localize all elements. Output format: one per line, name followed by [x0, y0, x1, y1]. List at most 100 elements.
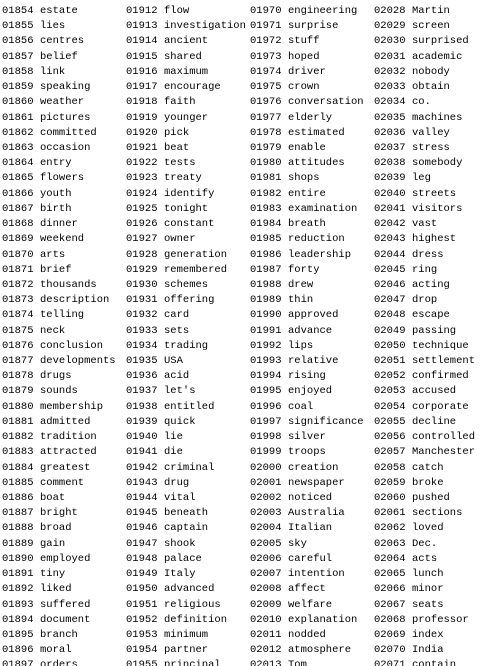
entry-number: 01996: [250, 400, 288, 415]
entry-number: 01922: [126, 156, 164, 171]
entry-word: drop: [412, 293, 437, 308]
entry-word: surprise: [288, 19, 338, 34]
entry-word: relative: [288, 354, 338, 369]
table-row: 02029screen: [374, 19, 498, 34]
table-row: 01997significance: [250, 415, 374, 430]
entry-number: 01920: [126, 126, 164, 141]
table-row: 01984breath: [250, 217, 374, 232]
table-row: 01979enable: [250, 141, 374, 156]
table-row: 01865flowers: [2, 171, 126, 186]
entry-number: 02035: [374, 111, 412, 126]
entry-number: 02003: [250, 506, 288, 521]
entry-word: screen: [412, 19, 450, 34]
table-row: 01991advance: [250, 324, 374, 339]
entry-number: 01986: [250, 248, 288, 263]
entry-word: enable: [288, 141, 326, 156]
table-row: 02039leg: [374, 171, 498, 186]
entry-word: offering: [164, 293, 214, 308]
entry-word: index: [412, 628, 444, 643]
table-row: 01944vital: [126, 491, 250, 506]
entry-number: 02037: [374, 141, 412, 156]
table-row: 01879sounds: [2, 384, 126, 399]
entry-word: obtain: [412, 80, 450, 95]
entry-number: 01860: [2, 95, 40, 110]
entry-number: 01874: [2, 308, 40, 323]
entry-number: 01950: [126, 582, 164, 597]
entry-word: ancient: [164, 34, 208, 49]
table-row: 01875neck: [2, 324, 126, 339]
column-0: 01854estate01855lies01856centres01857bel…: [2, 4, 126, 662]
entry-number: 02038: [374, 156, 412, 171]
entry-number: 01987: [250, 263, 288, 278]
entry-word: arts: [40, 248, 65, 263]
entry-word: advanced: [164, 582, 214, 597]
entry-number: 01864: [2, 156, 40, 171]
entry-word: minimum: [164, 628, 208, 643]
entry-word: professor: [412, 613, 469, 628]
entry-word: pick: [164, 126, 189, 141]
entry-word: lies: [40, 19, 65, 34]
entry-word: tradition: [40, 430, 97, 445]
entry-word: encourage: [164, 80, 221, 95]
entry-word: affect: [288, 582, 326, 597]
entry-word: faith: [164, 95, 196, 110]
entry-word: description: [40, 293, 109, 308]
table-row: 01948palace: [126, 552, 250, 567]
column-3: 02028Martin02029screen02030surprised0203…: [374, 4, 498, 662]
entry-number: 01991: [250, 324, 288, 339]
entry-word: document: [40, 613, 90, 628]
entry-word: pushed: [412, 491, 450, 506]
entry-word: atmosphere: [288, 643, 351, 658]
table-row: 01996coal: [250, 400, 374, 415]
entry-number: 01896: [2, 643, 40, 658]
entry-word: corporate: [412, 400, 469, 415]
entry-number: 02057: [374, 445, 412, 460]
entry-number: 02049: [374, 324, 412, 339]
entry-number: 02063: [374, 537, 412, 552]
table-row: 01999troops: [250, 445, 374, 460]
table-row: 01854estate: [2, 4, 126, 19]
entry-number: 01944: [126, 491, 164, 506]
table-row: 02057Manchester: [374, 445, 498, 460]
entry-word: approved: [288, 308, 338, 323]
table-row: 01936acid: [126, 369, 250, 384]
table-row: 01950advanced: [126, 582, 250, 597]
entry-word: lie: [164, 430, 183, 445]
entry-word: acts: [412, 552, 437, 567]
table-row: 01885comment: [2, 476, 126, 491]
entry-number: 01936: [126, 369, 164, 384]
table-row: 01925tonight: [126, 202, 250, 217]
table-row: 01871brief: [2, 263, 126, 278]
entry-number: 01915: [126, 50, 164, 65]
entry-word: thin: [288, 293, 313, 308]
entry-word: broad: [40, 521, 72, 536]
entry-word: Italian: [288, 521, 332, 536]
table-row: 02035machines: [374, 111, 498, 126]
entry-number: 02055: [374, 415, 412, 430]
entry-number: 02046: [374, 278, 412, 293]
entry-word: brief: [40, 263, 72, 278]
entry-number: 01862: [2, 126, 40, 141]
entry-word: stress: [412, 141, 450, 156]
entry-word: dress: [412, 248, 444, 263]
entry-number: 01982: [250, 187, 288, 202]
entry-number: 02060: [374, 491, 412, 506]
table-row: 02061sections: [374, 506, 498, 521]
entry-number: 01924: [126, 187, 164, 202]
entry-number: 02030: [374, 34, 412, 49]
entry-word: flow: [164, 4, 189, 19]
table-row: 01897orders: [2, 658, 126, 666]
entry-number: 02052: [374, 369, 412, 384]
entry-word: noticed: [288, 491, 332, 506]
table-row: 01923treaty: [126, 171, 250, 186]
table-row: 01890employed: [2, 552, 126, 567]
table-row: 01928generation: [126, 248, 250, 263]
table-row: 02055decline: [374, 415, 498, 430]
entry-number: 01877: [2, 354, 40, 369]
table-row: 01987forty: [250, 263, 374, 278]
entry-word: sounds: [40, 384, 78, 399]
table-row: 02053accused: [374, 384, 498, 399]
entry-number: 01883: [2, 445, 40, 460]
entry-word: thousands: [40, 278, 97, 293]
entry-number: 01942: [126, 461, 164, 476]
